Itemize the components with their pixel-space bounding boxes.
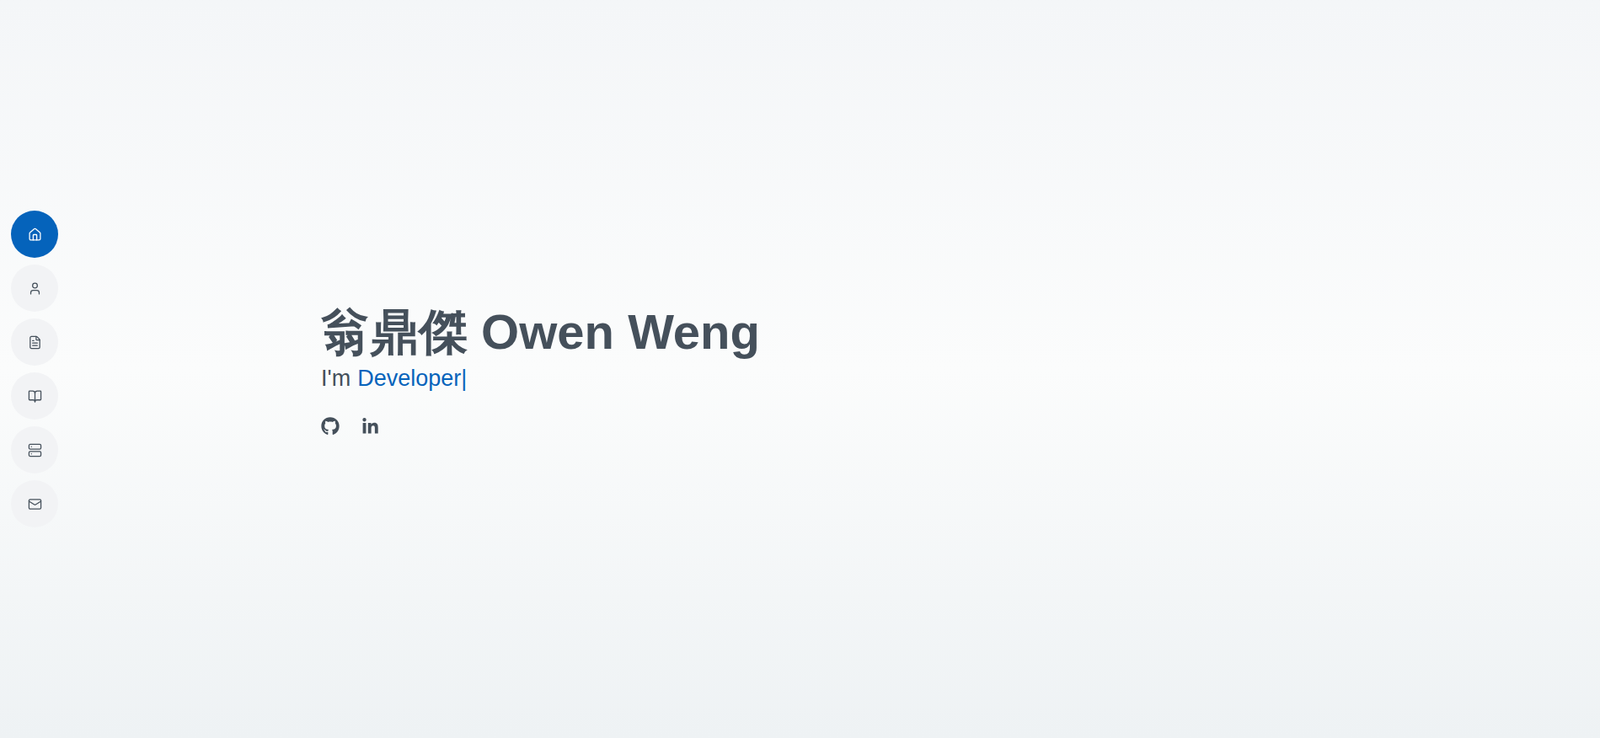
nav-item[interactable] — [10, 426, 59, 474]
subtitle-prefix: I'm — [321, 365, 351, 391]
book-icon — [27, 389, 43, 404]
page: 翁鼎傑 Owen WengI'mDeveloper| — [0, 0, 1600, 738]
server-icon — [27, 443, 43, 458]
home-icon — [27, 227, 43, 242]
user-icon — [27, 281, 43, 296]
mail-icon — [27, 497, 43, 512]
github-link[interactable] — [321, 417, 340, 436]
hero-name: 翁鼎傑 Owen Weng — [321, 302, 1600, 362]
typing-cursor: | — [460, 365, 467, 391]
social-links — [321, 417, 1600, 436]
hero: 翁鼎傑 Owen WengI'mDeveloper| — [67, 0, 1600, 738]
file-icon — [27, 335, 43, 350]
hero-subtitle: I'mDeveloper| — [321, 363, 1600, 394]
linkedin-link[interactable] — [361, 417, 380, 436]
nav-item[interactable] — [10, 318, 59, 366]
typed-text: Developer — [357, 365, 461, 391]
nav-item[interactable] — [10, 210, 59, 258]
nav-item[interactable] — [10, 480, 59, 528]
side-nav — [0, 0, 68, 738]
github-icon — [321, 417, 340, 436]
nav-item[interactable] — [10, 264, 59, 312]
linkedin-icon — [361, 417, 380, 436]
nav-item[interactable] — [10, 372, 59, 420]
